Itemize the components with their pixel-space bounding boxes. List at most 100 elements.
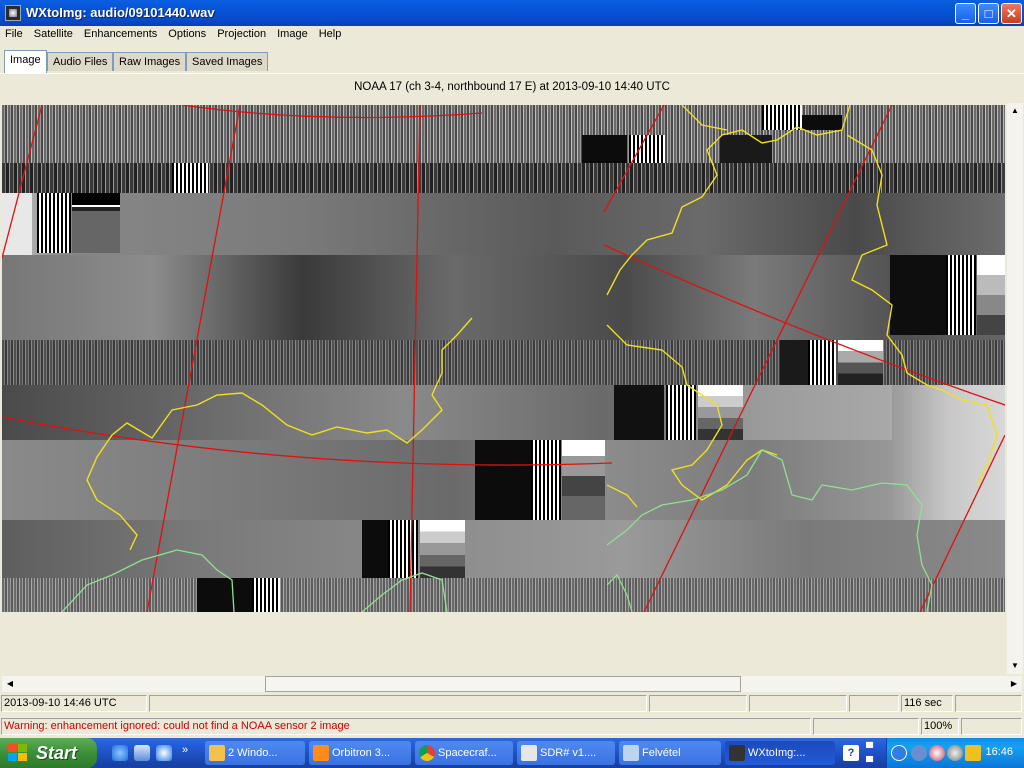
status-panel [813, 718, 919, 735]
horizontal-scroll-thumb[interactable] [265, 676, 741, 692]
task-label: SDR# v1.... [540, 747, 597, 759]
taskbar: Start » 2 Windo... Orbitron 3... Spacecr… [0, 738, 1024, 768]
quick-launch-more-icon[interactable]: » [182, 744, 188, 756]
close-button[interactable]: ✕ [1001, 3, 1022, 24]
folder-icon [209, 745, 225, 761]
scroll-up-icon[interactable]: ▲ [1007, 103, 1023, 119]
grid-line [2, 105, 43, 259]
status-zoom: 100% [921, 718, 959, 735]
windows-logo-icon [8, 744, 28, 762]
title-bar[interactable]: WXtoImg: audio/09101440.wav _ □ ✕ [0, 0, 1024, 26]
window-title: WXtoImg: audio/09101440.wav [26, 5, 215, 20]
explorer-icon[interactable] [156, 745, 172, 761]
task-label: Orbitron 3... [332, 747, 391, 759]
border-line [606, 484, 638, 508]
sdr-icon [521, 745, 537, 761]
lat-lon-grid [2, 105, 1005, 612]
task-windows-explorer[interactable]: 2 Windo... [205, 741, 305, 765]
tray-expand-icon[interactable] [891, 745, 907, 761]
satellite-image[interactable] [2, 105, 1005, 612]
status-panel [749, 695, 847, 712]
coastlines [61, 449, 933, 612]
menu-help[interactable]: Help [314, 26, 348, 40]
orbitron-icon [313, 745, 329, 761]
status-elapsed: 116 sec [901, 695, 953, 712]
scroll-down-icon[interactable]: ▼ [1007, 658, 1023, 674]
grid-line [146, 105, 241, 612]
coastline [61, 549, 235, 612]
wxtoimg-window: WXtoImg: audio/09101440.wav _ □ ✕ File Sa… [0, 0, 1024, 768]
task-sdr-sharp[interactable]: SDR# v1.... [517, 741, 615, 765]
border-line [86, 317, 473, 551]
close-icon: ✕ [1006, 6, 1017, 21]
grid-line [919, 434, 1005, 612]
coastline [361, 572, 448, 612]
task-label: WXtoImg:... [748, 747, 806, 759]
start-label: Start [36, 743, 78, 763]
minimize-button[interactable]: _ [955, 3, 976, 24]
language-bar-icon[interactable]: ▀ ▄ [866, 744, 880, 762]
border-line [606, 324, 778, 501]
task-recorder[interactable]: Felvétel [619, 741, 721, 765]
menu-image[interactable]: Image [272, 26, 314, 40]
grid-line [643, 105, 893, 612]
grid-line [409, 105, 421, 612]
volume-icon[interactable] [965, 745, 981, 761]
menu-satellite[interactable]: Satellite [29, 26, 79, 40]
coastline [606, 573, 633, 612]
chrome-icon [419, 745, 435, 761]
status-panel [149, 695, 647, 712]
status-panel [649, 695, 747, 712]
system-tray: 16:46 [886, 738, 1024, 768]
menu-file[interactable]: File [0, 26, 29, 40]
desktop-icon[interactable] [134, 745, 150, 761]
grid-line [603, 105, 665, 213]
task-label: Felvétel [642, 747, 681, 759]
task-orbitron[interactable]: Orbitron 3... [309, 741, 411, 765]
start-button[interactable]: Start [0, 738, 97, 768]
tab-raw-images[interactable]: Raw Images [113, 52, 187, 71]
network-icon[interactable] [911, 745, 927, 761]
task-chrome[interactable]: Spacecraf... [415, 741, 513, 765]
menu-options[interactable]: Options [163, 26, 212, 40]
task-label: Spacecraf... [438, 747, 497, 759]
menu-projection[interactable]: Projection [212, 26, 272, 40]
recorder-icon [623, 745, 639, 761]
wxtoimg-icon [729, 745, 745, 761]
border-line [846, 134, 998, 486]
app-icon[interactable] [5, 5, 21, 21]
horizontal-scrollbar[interactable]: ◀ ▶ [2, 676, 1022, 692]
border-line [681, 105, 728, 131]
task-wxtoimg[interactable]: WXtoImg:... [725, 741, 835, 765]
maximize-icon: □ [984, 6, 993, 21]
menu-enhancements[interactable]: Enhancements [79, 26, 163, 40]
status-datetime: 2013-09-10 14:46 UTC [1, 695, 147, 712]
minimize-icon: _ [961, 6, 970, 21]
grid-line [2, 416, 613, 466]
grid-line [181, 105, 483, 119]
status-warning: Warning: enhancement ignored: could not … [1, 718, 811, 735]
tab-saved-images[interactable]: Saved Images [186, 52, 269, 71]
taskbar-clock: 16:46 [985, 746, 1013, 758]
tray-app-icon[interactable] [929, 745, 945, 761]
tab-divider [0, 73, 1024, 74]
country-borders [86, 105, 998, 551]
task-label: 2 Windo... [228, 747, 278, 759]
tab-audio-files[interactable]: Audio Files [47, 52, 114, 71]
tab-image[interactable]: Image [4, 50, 47, 73]
grid-line [603, 244, 1005, 406]
image-caption: NOAA 17 (ch 3-4, northbound 17 E) at 201… [354, 81, 670, 93]
help-icon[interactable]: ? [843, 745, 859, 761]
tab-strip: Image Audio Files Raw Images Saved Image… [0, 50, 1024, 74]
ie-icon[interactable] [112, 745, 128, 761]
tray-app-icon[interactable] [947, 745, 963, 761]
scroll-left-icon[interactable]: ◀ [2, 676, 18, 692]
maximize-button[interactable]: □ [978, 3, 999, 24]
vertical-scrollbar[interactable]: ▲ ▼ [1007, 103, 1023, 674]
menu-bar: File Satellite Enhancements Options Projecti… [0, 26, 1024, 44]
scroll-right-icon[interactable]: ▶ [1006, 676, 1022, 692]
status-panel [849, 695, 899, 712]
status-panel [955, 695, 1022, 712]
map-overlay [2, 105, 1005, 612]
status-panel [961, 718, 1022, 735]
